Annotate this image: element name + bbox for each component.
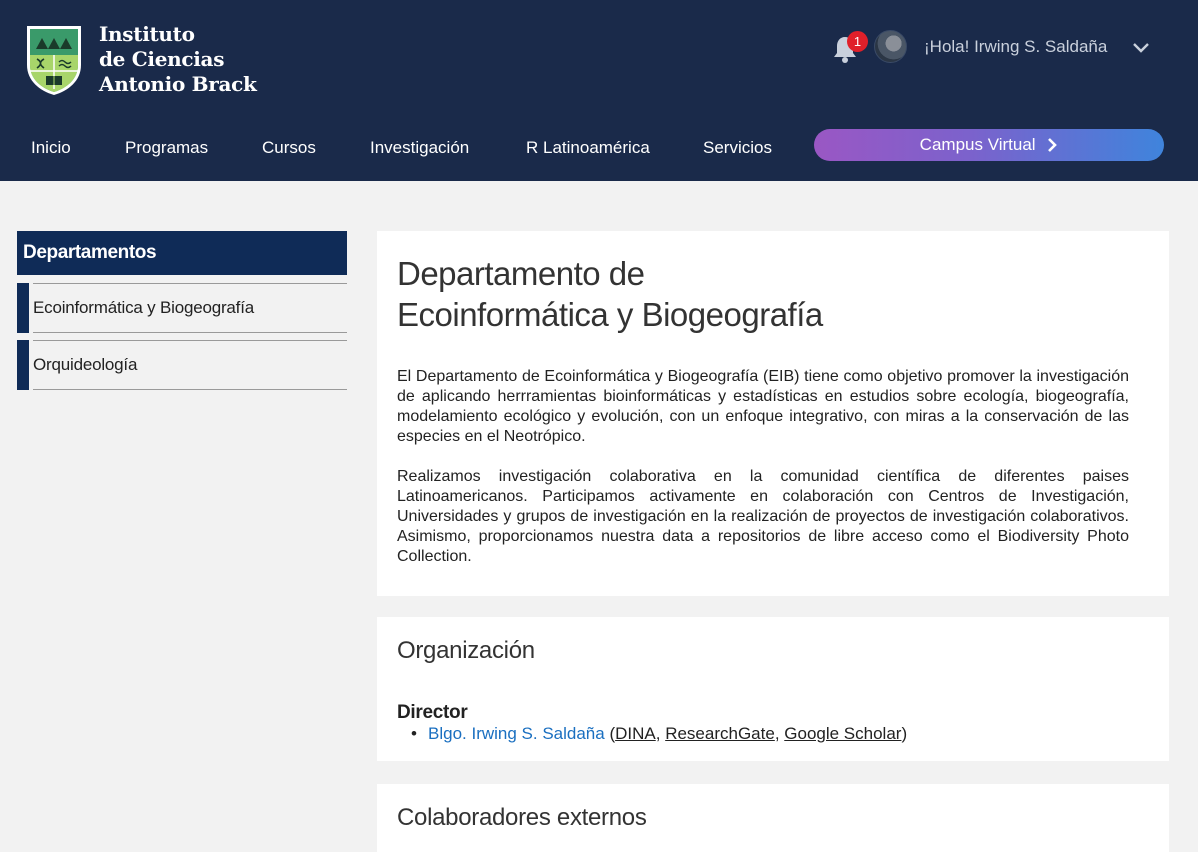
researchgate-link[interactable]: ResearchGate <box>665 724 775 743</box>
nav-programas[interactable]: Programas <box>125 137 208 159</box>
divider <box>33 389 347 390</box>
sidebar-item-label: Ecoinformática y Biogeografía <box>33 298 254 317</box>
campus-virtual-label: Campus Virtual <box>919 135 1036 154</box>
director-name-link[interactable]: Blgo. Irwing S. Saldaña <box>428 724 605 743</box>
sidebar-title: Departamentos <box>17 231 347 275</box>
page-title: Departamento de Ecoinformática y Biogeog… <box>397 253 1097 335</box>
divider <box>33 340 347 341</box>
sidebar-item-accent <box>17 283 29 333</box>
institute-logo-icon[interactable] <box>24 23 84 97</box>
nav-r-latinoamerica[interactable]: R Latinoamérica <box>526 137 650 159</box>
divider <box>33 332 347 333</box>
department-intro-card: Departamento de Ecoinformática y Biogeog… <box>377 231 1169 596</box>
notification-badge: 1 <box>847 31 868 52</box>
director-label: Director <box>397 702 468 723</box>
sidebar-item-accent <box>17 340 29 390</box>
user-greeting[interactable]: ¡Hola! Irwing S. Saldaña <box>924 37 1107 57</box>
separator: , <box>774 724 785 743</box>
nav-inicio[interactable]: Inicio <box>31 137 71 159</box>
organization-card: Organización Director • Blgo. Irwing S. S… <box>377 617 1169 761</box>
chevron-down-icon[interactable] <box>1131 39 1151 57</box>
nav-investigacion[interactable]: Investigación <box>370 137 469 159</box>
paren-open: ( <box>604 724 616 743</box>
dina-link[interactable]: DINA <box>615 724 656 743</box>
external-collaborators-card: Colaboradores externos <box>377 784 1169 852</box>
google-scholar-link[interactable]: Google Scholar <box>784 724 901 743</box>
sidebar-item-orquideologia[interactable]: Orquideología <box>17 340 347 390</box>
collaboration-paragraph: Realizamos investigación colaborativa en… <box>397 468 1129 565</box>
avatar[interactable] <box>874 30 907 63</box>
nav-servicios[interactable]: Servicios <box>703 137 772 159</box>
page-title-line1: Departamento de <box>397 255 645 292</box>
site-header: Instituto de Ciencias Antonio Brack 1 ¡H… <box>0 0 1198 181</box>
organization-title: Organización <box>397 637 535 664</box>
director-list-item: • Blgo. Irwing S. Saldaña (DINA, Research… <box>397 724 907 744</box>
paren-close: ) <box>901 724 908 743</box>
separator: , <box>655 724 666 743</box>
sidebar-item-ecoinformatica[interactable]: Ecoinformática y Biogeografía <box>17 283 347 333</box>
campus-virtual-button[interactable]: Campus Virtual <box>814 129 1164 161</box>
chevron-right-icon <box>1048 138 1058 152</box>
divider <box>33 283 347 284</box>
institute-name[interactable]: Instituto de Ciencias Antonio Brack <box>99 22 257 97</box>
bullet: • <box>411 724 417 743</box>
external-collaborators-title: Colaboradores externos <box>397 804 647 831</box>
main-nav: Inicio Programas Cursos Investigación R … <box>0 137 800 159</box>
sidebar-item-label: Orquideología <box>33 355 138 374</box>
nav-cursos[interactable]: Cursos <box>262 137 316 159</box>
page-title-line2: Ecoinformática y Biogeografía <box>397 296 823 333</box>
intro-paragraph: El Departamento de Ecoinformática y Biog… <box>397 368 1129 445</box>
